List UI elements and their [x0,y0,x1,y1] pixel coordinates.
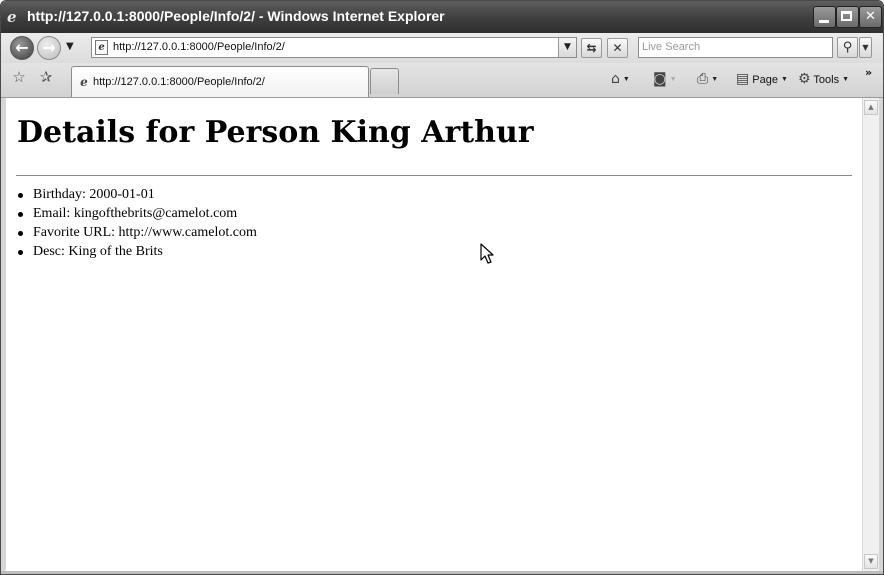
address-dropdown-button[interactable]: ▼ [558,38,576,57]
home-icon: ⌂ [611,71,620,87]
command-bar: ☆ ✰ e http://127.0.0.1:8000/People/Info/… [1,63,883,98]
page-title: Details for Person King Arthur [17,115,534,150]
add-favorites-button[interactable]: ✰ [37,68,55,86]
add-star-icon: ✰ [39,68,53,86]
search-button[interactable]: ⚲ [837,37,858,58]
printer-icon: ⎙ [697,71,709,87]
maximize-button[interactable] [836,6,859,28]
star-icon: ☆ [12,68,26,86]
chevron-down-icon: ▼ [711,76,719,84]
search-box [638,37,833,58]
tab-active[interactable]: e http://127.0.0.1:8000/People/Info/2/ [71,66,369,97]
chevron-down-icon: ▼ [842,76,850,84]
refresh-button[interactable]: ⇆ [581,38,602,58]
chevron-down-icon: ▼ [781,76,788,84]
tools-menu-label: Tools [813,74,840,86]
address-input[interactable] [113,38,557,57]
window-title: http://127.0.0.1:8000/People/Info/2/ - W… [27,8,445,24]
scroll-up-button[interactable]: ▲ [864,100,878,115]
chevron-down-icon: ▼ [669,76,677,84]
list-item-birthday: Birthday: 2000-01-01 [16,185,257,204]
browser-window: e http://127.0.0.1:8000/People/Info/2/ -… [0,0,884,575]
ie-logo-icon: e [7,8,17,26]
close-button[interactable]: ✕ [859,6,882,28]
forward-button[interactable]: → [37,36,61,60]
scroll-down-button[interactable]: ▼ [864,554,878,569]
minimize-button[interactable] [813,6,836,28]
page-menu-label: Page [752,74,778,86]
tools-menu-button[interactable]: ⚙ Tools ▼ [798,71,849,89]
vertical-scrollbar[interactable]: ▲ ▼ [862,98,879,571]
title-bar: e http://127.0.0.1:8000/People/Info/2/ -… [1,1,883,33]
home-button[interactable]: ⌂ ▼ [611,71,630,89]
magnifier-icon: ⚲ [842,40,853,55]
back-arrow-icon: ← [15,38,29,57]
details-list: Birthday: 2000-01-01 Email: kingofthebri… [16,185,257,261]
list-item-desc: Desc: King of the Brits [16,242,257,261]
new-tab-button[interactable] [370,68,399,94]
back-button[interactable]: ← [10,36,34,60]
stop-button[interactable]: ✕ [607,38,628,58]
page-icon: ▤ [736,71,750,87]
page-content: Details for Person King Arthur Birthday:… [6,98,862,571]
more-commands-button[interactable]: » [865,66,872,84]
page-menu-button[interactable]: ▤ Page ▼ [736,71,788,89]
mouse-cursor-icon [480,243,494,264]
refresh-icon: ⇆ [586,41,597,55]
tab-ie-icon: e [80,75,88,89]
favorites-button[interactable]: ☆ [10,68,28,86]
search-input[interactable] [642,38,830,57]
stop-icon: ✕ [612,41,623,55]
list-item-email: Email: kingofthebrits@camelot.com [16,204,257,223]
address-bar-row: ← → ▼ e ▼ ⇆ ✕ ⚲ ▼ [1,33,883,63]
search-options-button[interactable]: ▼ [859,37,872,58]
status-bar [1,571,883,574]
rss-feed-icon: ◙ [653,71,667,87]
tab-label: http://127.0.0.1:8000/People/Info/2/ [93,76,265,88]
print-button[interactable]: ⎙ ▼ [697,71,718,89]
chevron-down-icon: ▼ [622,76,630,84]
gear-icon: ⚙ [798,71,811,87]
recent-pages-dropdown[interactable]: ▼ [66,41,74,52]
feeds-button[interactable]: ◙ ▼ [653,71,677,89]
divider [16,175,852,176]
list-item-favorite-url: Favorite URL: http://www.camelot.com [16,223,257,242]
forward-arrow-icon: → [42,38,56,57]
address-bar: e ▼ [91,37,577,58]
page-ie-icon: e [95,40,108,55]
